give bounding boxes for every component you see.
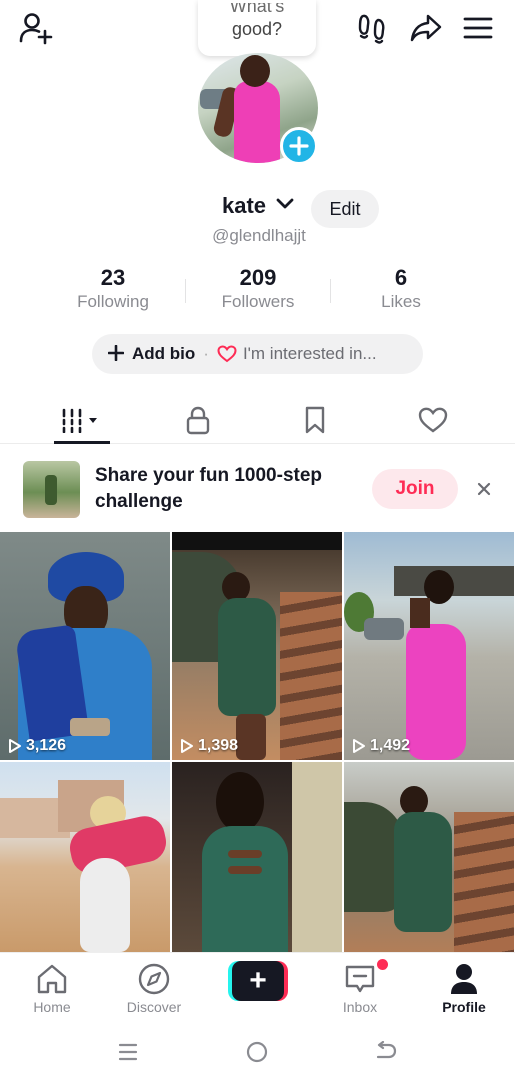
username[interactable]: kate bbox=[222, 193, 266, 219]
stat-value: 6 bbox=[394, 265, 408, 290]
tab-saved[interactable] bbox=[285, 400, 345, 440]
tab-videos[interactable] bbox=[52, 400, 112, 440]
system-nav bbox=[0, 1022, 515, 1080]
video-thumbnail[interactable]: 1,492 bbox=[344, 532, 514, 760]
challenge-banner: Share your fun 1000-step challenge Join bbox=[0, 455, 515, 525]
stat-value: 209 bbox=[239, 265, 277, 290]
active-tab-indicator bbox=[54, 441, 110, 444]
add-user-icon bbox=[19, 13, 53, 45]
share-profile-button[interactable] bbox=[405, 10, 447, 46]
stat-label: Likes bbox=[381, 292, 421, 311]
close-icon bbox=[477, 482, 491, 496]
add-story-button[interactable] bbox=[280, 127, 318, 165]
user-handle: @glendlhajjt bbox=[212, 226, 306, 245]
play-icon bbox=[353, 739, 365, 753]
recents-button[interactable] bbox=[115, 1039, 141, 1065]
tab-private[interactable] bbox=[168, 400, 228, 440]
bubble-line-1: What's bbox=[229, 3, 285, 16]
plus-icon bbox=[289, 136, 309, 156]
nav-label: Inbox bbox=[342, 999, 378, 1015]
menu-button[interactable] bbox=[458, 10, 498, 46]
edit-profile-button[interactable]: Edit bbox=[311, 190, 379, 228]
view-count: 1,492 bbox=[352, 737, 410, 755]
stat-followers[interactable]: 209 Followers bbox=[188, 265, 328, 313]
nav-label: Profile bbox=[442, 999, 486, 1015]
divider bbox=[185, 279, 186, 303]
view-count: 1,398 bbox=[180, 737, 238, 755]
nav-profile[interactable]: Profile bbox=[419, 961, 509, 1015]
heart-icon bbox=[418, 407, 448, 433]
avatar-photo-dress bbox=[234, 81, 280, 163]
add-bio-button[interactable]: Add bio · I'm interested in... bbox=[92, 334, 423, 374]
status-bubble[interactable]: What's good? bbox=[198, 0, 316, 56]
video-thumbnail[interactable] bbox=[0, 762, 170, 952]
chevron-down-icon bbox=[276, 198, 294, 209]
stat-label: Followers bbox=[221, 292, 295, 311]
video-thumbnail[interactable]: 1,398 bbox=[172, 532, 342, 760]
nav-inbox[interactable]: Inbox bbox=[315, 961, 405, 1015]
nav-home[interactable]: Home bbox=[7, 961, 97, 1015]
menu-icon bbox=[463, 17, 493, 39]
view-count: 3,126 bbox=[8, 737, 66, 755]
home-system-button[interactable] bbox=[244, 1039, 270, 1065]
create-button-plus: + bbox=[232, 961, 284, 1001]
stat-label: Following bbox=[77, 292, 149, 311]
recents-icon bbox=[118, 1043, 138, 1061]
profile-icon bbox=[451, 964, 477, 994]
stat-value: 23 bbox=[100, 265, 126, 290]
avatar-photo-head bbox=[240, 55, 270, 87]
view-count-value: 3,126 bbox=[26, 737, 67, 754]
share-icon bbox=[410, 14, 442, 42]
steps-button[interactable] bbox=[352, 10, 392, 46]
stat-following[interactable]: 23 Following bbox=[43, 265, 183, 313]
bookmark-icon bbox=[305, 406, 325, 434]
profile-stats: 23 Following 209 Followers 6 Likes bbox=[0, 265, 515, 317]
home-circle-icon bbox=[246, 1041, 268, 1063]
view-count-value: 1,492 bbox=[370, 737, 411, 754]
top-bar: What's good? bbox=[0, 0, 515, 60]
tab-liked[interactable] bbox=[403, 400, 463, 440]
video-thumbnail[interactable] bbox=[172, 762, 342, 952]
inbox-icon bbox=[345, 965, 375, 993]
footprints-icon bbox=[358, 14, 385, 44]
lock-icon bbox=[186, 406, 210, 435]
play-icon bbox=[9, 739, 21, 753]
name-row: kate Edit bbox=[0, 190, 515, 228]
stat-likes[interactable]: 6 Likes bbox=[331, 265, 471, 313]
video-thumbnail[interactable]: 3,126 bbox=[0, 532, 170, 760]
back-icon bbox=[376, 1041, 397, 1059]
join-challenge-button[interactable]: Join bbox=[372, 469, 458, 509]
bubble-line-2: good? bbox=[231, 19, 283, 39]
back-button[interactable] bbox=[373, 1039, 399, 1065]
nav-discover[interactable]: Discover bbox=[109, 961, 199, 1015]
bottom-nav: Home Discover + Inbox Profile bbox=[0, 952, 515, 1022]
account-switch-button[interactable] bbox=[275, 197, 295, 216]
view-count-value: 1,398 bbox=[198, 737, 239, 754]
create-button[interactable]: + bbox=[228, 961, 288, 1001]
video-thumbnail[interactable] bbox=[344, 762, 514, 952]
challenge-text: Share your fun 1000-step challenge bbox=[95, 465, 323, 512]
inbox-notification-dot bbox=[377, 959, 388, 970]
bio-separator: · bbox=[203, 344, 209, 363]
play-icon bbox=[181, 739, 193, 753]
content-tabs bbox=[0, 392, 515, 444]
video-grid: 3,126 1,398 1,492 bbox=[0, 532, 515, 952]
heart-icon bbox=[217, 345, 237, 363]
challenge-thumbnail bbox=[23, 461, 80, 518]
add-bio-label: Add bio bbox=[132, 344, 196, 363]
add-user-button[interactable] bbox=[16, 10, 56, 46]
compass-icon bbox=[138, 963, 170, 995]
grid-icon bbox=[62, 408, 97, 433]
interests-label: I'm interested in... bbox=[242, 344, 377, 363]
plus-icon bbox=[107, 343, 125, 365]
nav-label: Discover bbox=[126, 999, 182, 1015]
nav-label: Home bbox=[33, 999, 71, 1015]
home-icon bbox=[37, 964, 67, 994]
close-banner-button[interactable] bbox=[470, 475, 498, 503]
